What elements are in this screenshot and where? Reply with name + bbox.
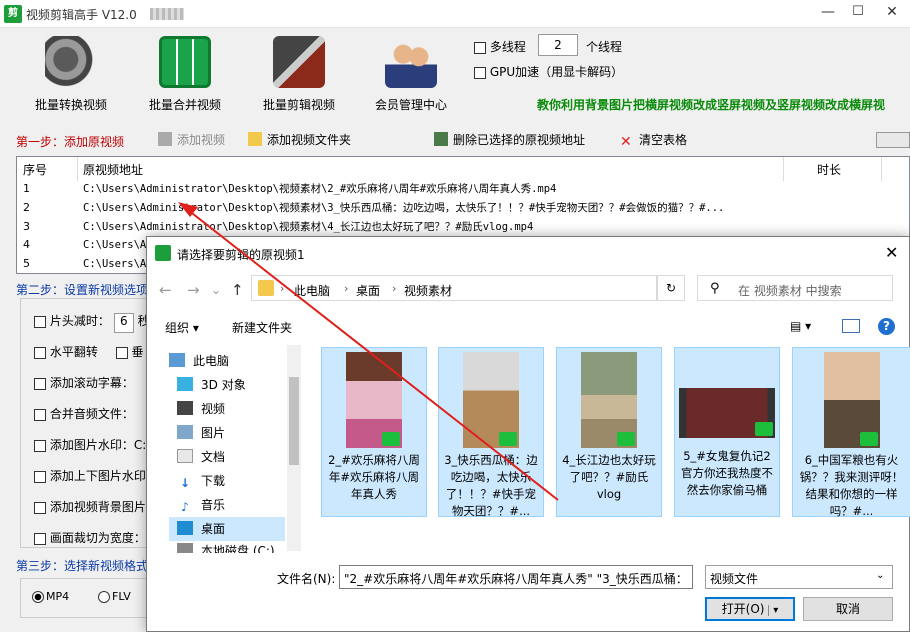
- annotation-arrow: [178, 202, 559, 501]
